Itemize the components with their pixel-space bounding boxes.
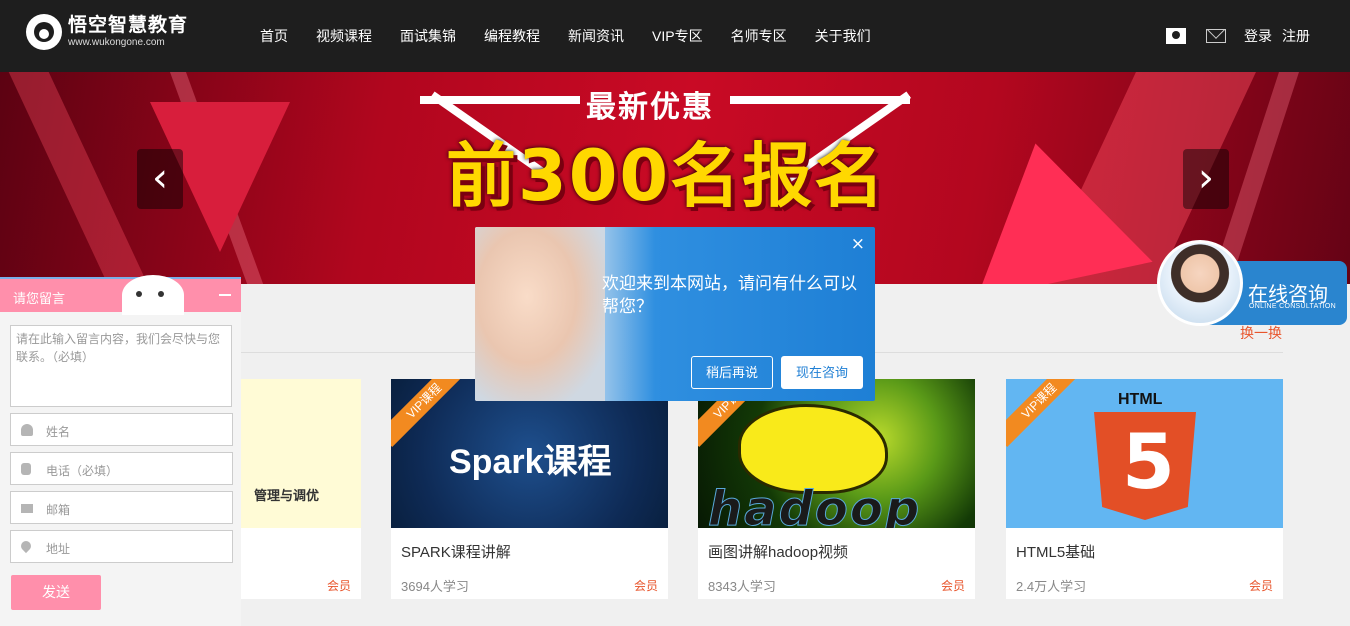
register-link[interactable]: 注册 <box>1282 26 1310 46</box>
name-field[interactable]: 姓名 <box>10 413 233 446</box>
email-field[interactable]: 邮箱 <box>10 491 233 524</box>
phone-icon <box>21 463 31 475</box>
course-title[interactable]: SPARK课程讲解 <box>401 541 511 562</box>
logo-icon <box>26 14 62 50</box>
mail-icon[interactable] <box>1206 29 1226 43</box>
course-card[interactable]: hadoop VIP课程 画图讲解hadoop视频 8343人学习 会员 <box>698 379 975 599</box>
course-card[interactable]: Spark课程 VIP课程 SPARK课程讲解 3694人学习 会员 <box>391 379 668 599</box>
thumbnail-caption: hadoop <box>707 481 922 529</box>
nav-news[interactable]: 新闻资讯 <box>554 26 638 46</box>
email-placeholder: 邮箱 <box>46 503 71 517</box>
close-icon[interactable]: × <box>851 234 865 254</box>
course-card[interactable]: HTML 5 VIP课程 HTML5基础 2.4万人学习 会员 <box>1006 379 1283 599</box>
nav-vip[interactable]: VIP专区 <box>638 26 717 46</box>
vip-ribbon: VIP课程 <box>1006 379 1085 447</box>
message-panel: 请您留言 请在此输入留言内容，我们会尽快与您联系。（必填） 姓名 电话（必填） … <box>0 275 241 626</box>
login-link[interactable]: 登录 <box>1244 26 1272 46</box>
location-pin-icon <box>18 538 34 554</box>
logo-title: 悟空智慧教育 <box>68 15 189 36</box>
banner-next-button[interactable]: › <box>1183 149 1229 209</box>
nav-tutorials[interactable]: 编程教程 <box>470 26 554 46</box>
learner-count: 3694人学习 <box>401 579 469 594</box>
chat-invite-message: 欢迎来到本网站，请问有什么可以帮您？ <box>602 274 857 316</box>
chevron-left-icon: ‹ <box>152 155 168 201</box>
consult-now-button[interactable]: 现在咨询 <box>781 356 863 389</box>
address-field[interactable]: 地址 <box>10 530 233 563</box>
course-thumbnail[interactable]: HTML 5 VIP课程 <box>1006 379 1283 528</box>
phone-placeholder: 电话（必填） <box>46 464 119 478</box>
agent-photo <box>475 227 605 401</box>
html5-number: 5 <box>1122 417 1175 506</box>
member-badge: 会员 <box>326 579 351 593</box>
message-content-input[interactable]: 请在此输入留言内容，我们会尽快与您联系。（必填） <box>10 325 232 407</box>
member-badge: 会员 <box>940 579 965 593</box>
nav-about[interactable]: 关于我们 <box>801 26 885 46</box>
main-nav: 首页 视频课程 面试集锦 编程教程 新闻资讯 VIP专区 名师专区 关于我们 <box>246 0 885 72</box>
name-placeholder: 姓名 <box>46 425 71 439</box>
later-button[interactable]: 稍后再说 <box>691 356 773 389</box>
course-thumbnail[interactable]: Spark课程 VIP课程 <box>391 379 668 528</box>
nav-interviews[interactable]: 面试集锦 <box>386 26 470 46</box>
consult-subtitle: ONLINE CONSULTATION <box>1249 303 1336 310</box>
course-thumbnail[interactable]: hadoop VIP课程 <box>698 379 975 528</box>
banner-prev-button[interactable]: ‹ <box>137 149 183 209</box>
message-panel-title: 请您留言 <box>13 291 66 306</box>
user-icon[interactable] <box>1166 28 1186 44</box>
nav-video-courses[interactable]: 视频课程 <box>302 26 386 46</box>
phone-field[interactable]: 电话（必填） <box>10 452 233 485</box>
bunny-mascot-icon <box>122 275 184 315</box>
thumbnail-caption: 管理与调优 <box>254 488 320 503</box>
online-consult-widget[interactable]: 在线咨询 ONLINE CONSULTATION <box>1157 240 1347 326</box>
chat-invite-popup: × 欢迎来到本网站，请问有什么可以帮您？ 稍后再说 现在咨询 <box>475 227 875 401</box>
logo-url: www.wukongone.com <box>68 37 165 48</box>
site-header: 悟空智慧教育 www.wukongone.com 首页 视频课程 面试集锦 编程… <box>0 0 1350 72</box>
thumbnail-caption: Spark课程 <box>449 443 612 481</box>
chevron-right-icon: › <box>1198 155 1214 201</box>
send-button[interactable]: 发送 <box>11 575 101 610</box>
banner-title: 前300名报名 <box>446 135 887 217</box>
learner-count: 2.4万人学习 <box>1016 579 1087 594</box>
member-badge: 会员 <box>633 579 658 593</box>
member-badge: 会员 <box>1248 579 1273 593</box>
address-placeholder: 地址 <box>46 542 71 556</box>
nav-teachers[interactable]: 名师专区 <box>717 26 801 46</box>
minimize-icon[interactable] <box>219 294 231 296</box>
message-panel-header[interactable]: 请您留言 <box>0 275 241 315</box>
course-title[interactable]: HTML5基础 <box>1016 541 1095 562</box>
envelope-icon <box>21 504 33 513</box>
site-logo[interactable]: 悟空智慧教育 www.wukongone.com <box>26 14 188 50</box>
course-title[interactable]: 画图讲解hadoop视频 <box>708 541 848 562</box>
agent-avatar <box>1157 240 1243 326</box>
html-label: HTML <box>1118 391 1163 408</box>
nav-home[interactable]: 首页 <box>246 26 302 46</box>
learner-count: 8343人学习 <box>708 579 776 594</box>
header-actions: 登录 注册 <box>1166 0 1310 72</box>
person-icon <box>21 424 33 436</box>
refresh-link[interactable]: 换一换 <box>1240 323 1282 343</box>
